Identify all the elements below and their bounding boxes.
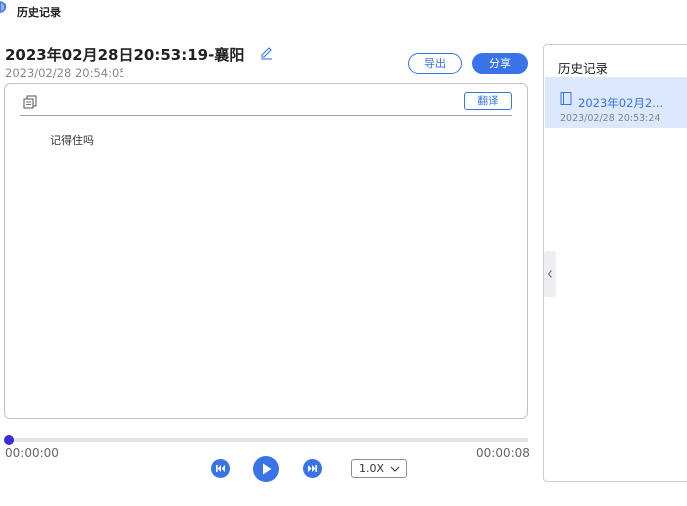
- play-icon: [263, 463, 272, 475]
- share-button[interactable]: 分享: [472, 53, 528, 74]
- history-item-title: 2023年02月2...: [578, 96, 664, 110]
- shield-logo-icon: [0, 1, 6, 13]
- history-title: 历史记录: [558, 61, 609, 76]
- history-panel: 历史记录 2023年02月2... 2023/02/28 20:53:24: [543, 44, 687, 482]
- speed-value: 1.0X: [359, 462, 385, 475]
- record-title: 2023年02月28日20:53:19-襄阳: [5, 46, 245, 64]
- history-item[interactable]: 2023年02月2... 2023/02/28 20:53:24: [545, 78, 687, 128]
- translate-button[interactable]: 翻译: [464, 92, 512, 110]
- chevron-left-icon: [547, 270, 552, 278]
- progress-thumb[interactable]: [4, 435, 14, 445]
- transcript-panel: 翻译 记得住吗: [4, 83, 528, 419]
- chevron-down-icon: [390, 466, 400, 472]
- transcript-text: 记得住吗: [50, 134, 94, 147]
- history-item-time: 2023/02/28 20:53:24: [560, 113, 660, 124]
- play-button[interactable]: [253, 456, 279, 482]
- total-time: 00:00:08: [476, 446, 530, 460]
- skip-forward-button[interactable]: [303, 459, 322, 478]
- panel-divider: [20, 115, 512, 116]
- copy-icon[interactable]: [23, 95, 37, 109]
- skip-forward-icon: [308, 465, 317, 472]
- speed-select[interactable]: 1.0X: [351, 459, 407, 478]
- current-time: 00:00:00: [5, 446, 59, 460]
- progress-bar[interactable]: [7, 438, 528, 442]
- collapse-sidebar-button[interactable]: [544, 251, 556, 297]
- skip-back-icon: [216, 465, 225, 472]
- skip-back-button[interactable]: [211, 459, 230, 478]
- pencil-icon[interactable]: [258, 44, 274, 60]
- record-timestamp: 2023/02/28 20:54:05: [5, 66, 123, 80]
- export-button[interactable]: 导出: [408, 53, 462, 74]
- document-icon: [560, 92, 572, 105]
- app-title: 历史记录: [17, 6, 61, 19]
